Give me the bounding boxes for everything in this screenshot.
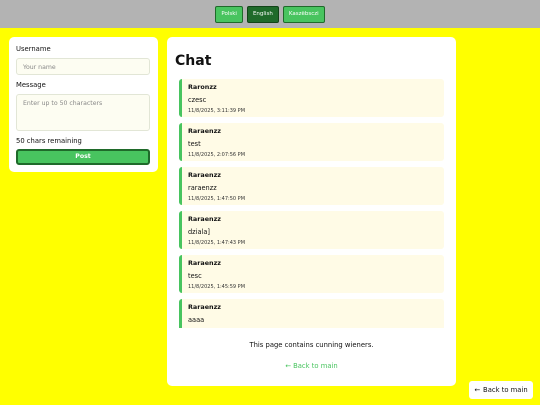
- message-text: czesc: [188, 96, 207, 104]
- arrow-left-icon: ←: [474, 386, 481, 394]
- message-user: Raraenzz: [188, 259, 222, 267]
- back-to-main-link[interactable]: ← Back to main: [175, 362, 448, 370]
- message-item: Raraenzz tesc 11/8/2025, 1:45:59 PM: [179, 255, 444, 293]
- message-time: 11/8/2025, 2:07:56 PM: [188, 152, 246, 158]
- message-text: tesc: [188, 272, 202, 280]
- message-user: Raraenzz: [188, 171, 222, 179]
- lang-polski-button[interactable]: Polski: [215, 5, 243, 23]
- back-to-main-button[interactable]: ← Back to main: [469, 381, 533, 399]
- username-label: Username: [16, 45, 51, 53]
- chat-panel: Chat Raronzz czesc 11/8/2025, 3:11:39 PM…: [167, 37, 456, 386]
- message-item: Raraenzz aaaa: [179, 299, 444, 328]
- message-item: Raraenzz test 11/8/2025, 2:07:56 PM: [179, 123, 444, 161]
- message-label: Message: [16, 81, 46, 89]
- message-time: 11/8/2025, 3:11:39 PM: [188, 108, 246, 114]
- lang-english-button[interactable]: English: [246, 5, 279, 23]
- chat-title: Chat: [175, 53, 212, 69]
- back-to-main-label: Back to main: [483, 386, 528, 394]
- message-user: Raraenzz: [188, 215, 222, 223]
- message-user: Raraenzz: [188, 127, 222, 135]
- message-text: dziala]: [188, 228, 210, 236]
- message-user: Raronzz: [188, 83, 217, 91]
- message-time: 11/8/2025, 1:47:43 PM: [188, 240, 246, 246]
- message-list[interactable]: Raronzz czesc 11/8/2025, 3:11:39 PM Rara…: [175, 79, 448, 328]
- chars-remaining: 50 chars remaining: [16, 137, 82, 145]
- lang-kashubian-button[interactable]: Kaszëbsczi: [282, 5, 325, 23]
- message-text: raraenzz: [188, 184, 217, 192]
- message-text: aaaa: [188, 316, 205, 324]
- language-bar: Polski English Kaszëbsczi: [0, 0, 540, 28]
- message-user: Raraenzz: [188, 303, 222, 311]
- message-textarea[interactable]: Enter up to 50 characters: [16, 94, 150, 131]
- message-text: test: [188, 140, 201, 148]
- username-input[interactable]: Your name: [16, 58, 150, 75]
- message-item: Raronzz czesc 11/8/2025, 3:11:39 PM: [179, 79, 444, 117]
- message-time: 11/8/2025, 1:45:59 PM: [188, 284, 246, 290]
- message-item: Raraenzz dziala] 11/8/2025, 1:47:43 PM: [179, 211, 444, 249]
- message-item: Raraenzz raraenzz 11/8/2025, 1:47:50 PM: [179, 167, 444, 205]
- message-time: 11/8/2025, 1:47:50 PM: [188, 196, 246, 202]
- chat-notice: This page contains cunning wieners.: [249, 341, 374, 349]
- post-form: Username Your name Message Enter up to 5…: [9, 37, 158, 172]
- post-button[interactable]: Post: [16, 149, 150, 165]
